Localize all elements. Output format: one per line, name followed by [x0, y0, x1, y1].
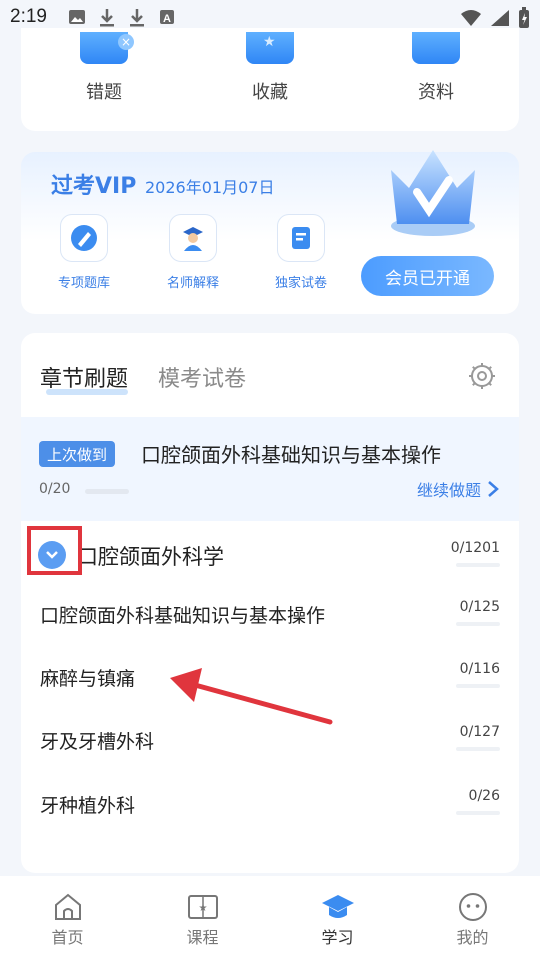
vip-feature-label: 名师解释 [166, 276, 219, 291]
font-app-icon: A [160, 10, 174, 25]
tab-chapter-practice[interactable]: 章节刷题 [40, 361, 128, 393]
chapter-row[interactable]: 麻醉与镇痛 0/116 [21, 647, 519, 711]
chapter-progress-bar [456, 811, 500, 815]
teacher-icon [169, 214, 217, 262]
exam-paper-icon [277, 214, 325, 262]
vip-feature-teacher[interactable]: 名师解释 [153, 214, 233, 291]
nav-label: 课程 [186, 928, 219, 947]
signal-icon [491, 10, 509, 26]
wrong-questions-icon: × [80, 32, 134, 64]
vip-feature-label: 专项题库 [57, 276, 110, 291]
chapter-count: 0/125 [459, 599, 500, 615]
quick-link-materials[interactable]: 资料 [371, 28, 501, 104]
practice-card: 章节刷题 模考试卷 上次做到 口腔颌面外科基础知识与基本操作 0/20 继续做题… [21, 333, 519, 873]
vip-crown-icon [391, 150, 475, 236]
notification-icons: A [68, 8, 176, 28]
battery-icon [519, 7, 529, 28]
continue-button[interactable]: 继续做题 [417, 477, 499, 501]
last-session-progress-bar [85, 489, 129, 494]
download-icon [100, 9, 114, 27]
chapter-label: 牙及牙槽外科 [40, 731, 155, 753]
chapter-progress-bar [456, 563, 500, 567]
chapter-count: 0/116 [459, 661, 500, 677]
download-icon [130, 9, 144, 27]
nav-label: 首页 [51, 928, 84, 947]
chevron-right-icon [488, 481, 499, 497]
chapter-count: 0/26 [468, 788, 500, 804]
chapter-label: 口腔颌面外科学 [77, 545, 224, 569]
wifi-icon [461, 10, 481, 26]
chapter-row-header[interactable]: 口腔颌面外科学 0/1201 [21, 521, 519, 585]
last-session-badge: 上次做到 [39, 441, 116, 467]
chapter-progress-bar [456, 684, 500, 688]
profile-face-icon [458, 893, 487, 921]
tab-mock-exam[interactable]: 模考试卷 [158, 361, 246, 393]
continue-label: 继续做题 [416, 481, 481, 500]
nav-home[interactable]: 首页 [0, 876, 135, 960]
vip-status-button[interactable]: 会员已开通 [361, 256, 494, 296]
quick-link-label: 收藏 [252, 82, 288, 103]
bottom-nav: 首页 ★ 课程 学习 我的 [0, 876, 540, 960]
vip-title: 过考VIP [51, 174, 137, 199]
nav-profile[interactable]: 我的 [405, 876, 540, 960]
last-session-title: 口腔颌面外科基础知识与基本操作 [141, 443, 441, 467]
quick-links-card: × 错题 ★ 收藏 资料 [21, 28, 519, 131]
system-icons [460, 7, 530, 29]
nav-label: 我的 [456, 928, 489, 947]
svg-text:★: ★ [198, 903, 207, 914]
quick-link-label: 资料 [418, 82, 454, 103]
chapter-progress-bar [456, 747, 500, 751]
vip-feature-label: 独家试卷 [274, 276, 327, 291]
favorites-icon: ★ [246, 32, 294, 64]
chapter-row[interactable]: 口腔颌面外科基础知识与基本操作 0/125 [21, 585, 519, 647]
quick-link-label: 错题 [86, 82, 122, 103]
nav-course[interactable]: ★ 课程 [135, 876, 270, 960]
last-session-progress: 0/20 [39, 481, 71, 497]
svg-text:A: A [163, 13, 171, 25]
graduation-cap-icon [321, 895, 354, 918]
vip-feature-topic-bank[interactable]: 专项题库 [44, 214, 124, 291]
status-time: 2:19 [10, 6, 47, 27]
course-book-icon: ★ [187, 895, 218, 919]
chapter-count: 0/1201 [450, 540, 500, 556]
gear-icon[interactable] [467, 361, 497, 391]
chapter-count: 0/127 [459, 724, 500, 740]
chapter-label: 牙种植外科 [40, 795, 136, 817]
chapter-progress-bar [456, 622, 500, 626]
last-session-panel: 上次做到 口腔颌面外科基础知识与基本操作 0/20 继续做题 [21, 417, 519, 521]
nav-study[interactable]: 学习 [270, 876, 405, 960]
chapter-row[interactable]: 牙及牙槽外科 0/127 [21, 711, 519, 773]
home-icon [54, 893, 81, 920]
image-notification-icon [69, 10, 85, 24]
vip-expiry-date: 2026年01月07日 [145, 178, 275, 197]
pen-icon [60, 214, 108, 262]
vip-card: 过考VIP 2026年01月07日 专项题库 名师解释 独家试卷 会员已开通 [21, 150, 519, 314]
chapter-label: 口腔颌面外科基础知识与基本操作 [40, 605, 326, 627]
annotation-highlight-box [27, 526, 82, 575]
nav-label: 学习 [321, 928, 354, 947]
vip-feature-exam-paper[interactable]: 独家试卷 [261, 214, 341, 291]
chapter-label: 麻醉与镇痛 [40, 668, 136, 690]
quick-link-favorites[interactable]: ★ 收藏 [205, 28, 335, 104]
quick-link-wrong-questions[interactable]: × 错题 [39, 28, 169, 104]
chapter-row[interactable]: 牙种植外科 0/26 [21, 773, 519, 835]
materials-icon [412, 32, 460, 64]
